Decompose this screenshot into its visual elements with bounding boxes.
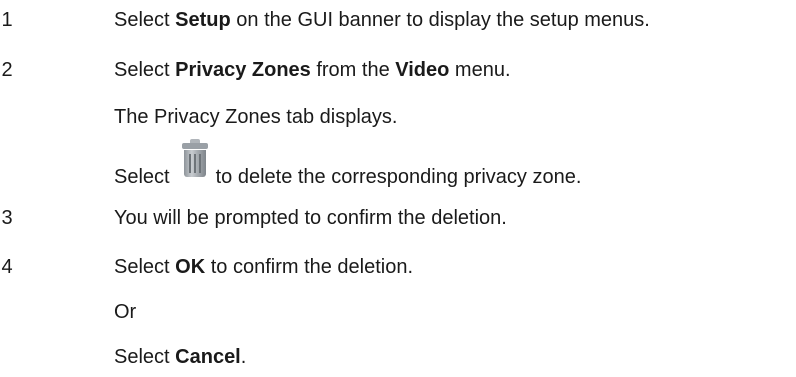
step-4-text: Select OK to confirm the deletion. bbox=[114, 255, 413, 279]
step-4-alt-after: . bbox=[240, 346, 247, 368]
step-2-select-icon-after: to delete the corresponding privacy zone… bbox=[215, 166, 582, 188]
step-3-number: 3 bbox=[1, 207, 13, 229]
step-4-alt-before: Select bbox=[114, 346, 176, 368]
step-2-number: 2 bbox=[1, 59, 13, 81]
step-4-alt: Select Cancel. bbox=[114, 345, 246, 369]
step-4-bold-ok: OK bbox=[175, 256, 206, 278]
step-1-bold-setup: Setup bbox=[175, 9, 231, 31]
step-4-bold-cancel: Cancel bbox=[175, 346, 241, 368]
step-4-or: Or bbox=[114, 301, 137, 323]
step-2-bold-privacy-zones: Privacy Zones bbox=[175, 59, 311, 81]
step-1-text-after: on the GUI banner to display the setup m… bbox=[230, 9, 650, 31]
step-4-text-after: to confirm the deletion. bbox=[205, 256, 414, 278]
step-2-select-label: Select bbox=[114, 166, 170, 188]
step-2-select-icon-line: Select to delete the corresponding privac… bbox=[114, 139, 581, 188]
step-1-number: 1 bbox=[1, 9, 13, 31]
step-2-result: The Privacy Zones tab displays. bbox=[114, 106, 398, 128]
step-1-text-before: Select bbox=[114, 9, 176, 31]
step-4-number: 4 bbox=[1, 256, 13, 278]
step-2-text-middle: from the bbox=[310, 59, 396, 81]
step-2-text-after: menu. bbox=[449, 59, 511, 81]
step-2-text: Select Privacy Zones from the Video menu… bbox=[114, 58, 511, 82]
step-3-text: You will be prompted to confirm the dele… bbox=[114, 207, 507, 229]
step-1-text: Select Setup on the GUI banner to displa… bbox=[114, 8, 650, 32]
trash-icon bbox=[180, 139, 210, 178]
step-2-bold-video: Video bbox=[395, 59, 450, 81]
step-4-text-before: Select bbox=[114, 256, 176, 278]
step-2-text-before: Select bbox=[114, 59, 176, 81]
